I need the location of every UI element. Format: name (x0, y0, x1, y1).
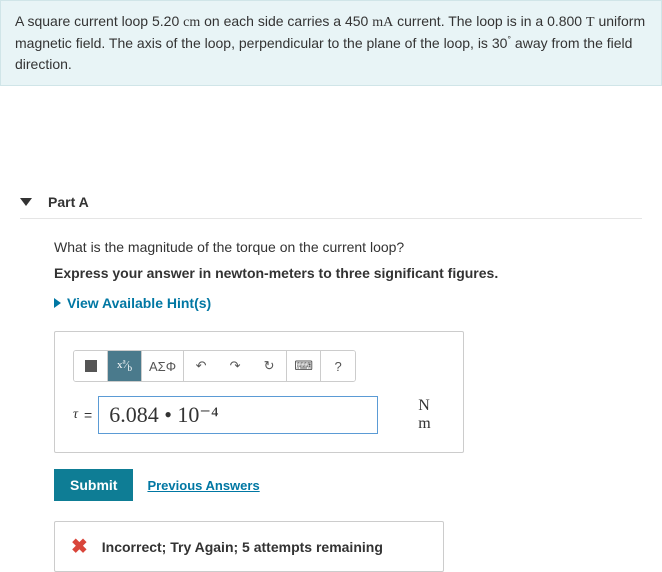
current-value: 450 (345, 13, 368, 29)
previous-answers-link[interactable]: Previous Answers (147, 478, 259, 493)
fraction-root-icon[interactable]: xa⁄b (108, 351, 142, 381)
equals-sign: = (84, 407, 92, 423)
angle-value: 30 (492, 35, 508, 51)
template-icon[interactable] (74, 351, 108, 381)
hints-toggle[interactable]: View Available Hint(s) (54, 295, 642, 311)
units-label: N m (418, 397, 445, 433)
question-block: What is the magnitude of the torque on t… (54, 239, 642, 572)
length-value: 5.20 (152, 13, 179, 29)
field-value: 0.800 (547, 13, 582, 29)
problem-statement: A square current loop 5.20 cm on each si… (0, 0, 662, 86)
instruction-text: Express your answer in newton-meters to … (54, 265, 642, 281)
text-segment: A square current loop (15, 13, 152, 29)
text-segment: current. The loop is in a (393, 13, 547, 29)
part-a-container: Part A What is the magnitude of the torq… (0, 186, 662, 572)
feedback-message: Incorrect; Try Again; 5 attempts remaini… (102, 539, 383, 555)
caret-down-icon (20, 198, 32, 206)
greek-button[interactable]: ΑΣΦ (142, 351, 184, 381)
button-row: Submit Previous Answers (54, 469, 642, 501)
equation-toolbar: xa⁄b ΑΣΦ ↶ ↷ ↻ ⌨ ? (73, 350, 356, 382)
length-unit: cm (183, 15, 200, 30)
part-header[interactable]: Part A (20, 186, 642, 219)
incorrect-icon: ✖ (71, 534, 88, 559)
current-unit: mA (372, 15, 393, 30)
answer-input[interactable] (98, 396, 378, 434)
help-icon[interactable]: ? (321, 351, 355, 381)
part-label: Part A (48, 194, 89, 210)
input-row: τ = N m (73, 396, 445, 434)
field-unit: T (586, 15, 595, 30)
caret-right-icon (54, 298, 61, 308)
feedback-box: ✖ Incorrect; Try Again; 5 attempts remai… (54, 521, 444, 572)
submit-button[interactable]: Submit (54, 469, 133, 501)
answer-box: xa⁄b ΑΣΦ ↶ ↷ ↻ ⌨ ? τ = N m (54, 331, 464, 453)
hints-label: View Available Hint(s) (67, 295, 211, 311)
variable-label: τ (73, 407, 78, 423)
redo-icon[interactable]: ↷ (218, 351, 252, 381)
undo-icon[interactable]: ↶ (184, 351, 218, 381)
question-text: What is the magnitude of the torque on t… (54, 239, 642, 255)
text-segment: on each side carries a (200, 13, 345, 29)
keyboard-icon[interactable]: ⌨ (287, 351, 321, 381)
reset-icon[interactable]: ↻ (252, 351, 286, 381)
